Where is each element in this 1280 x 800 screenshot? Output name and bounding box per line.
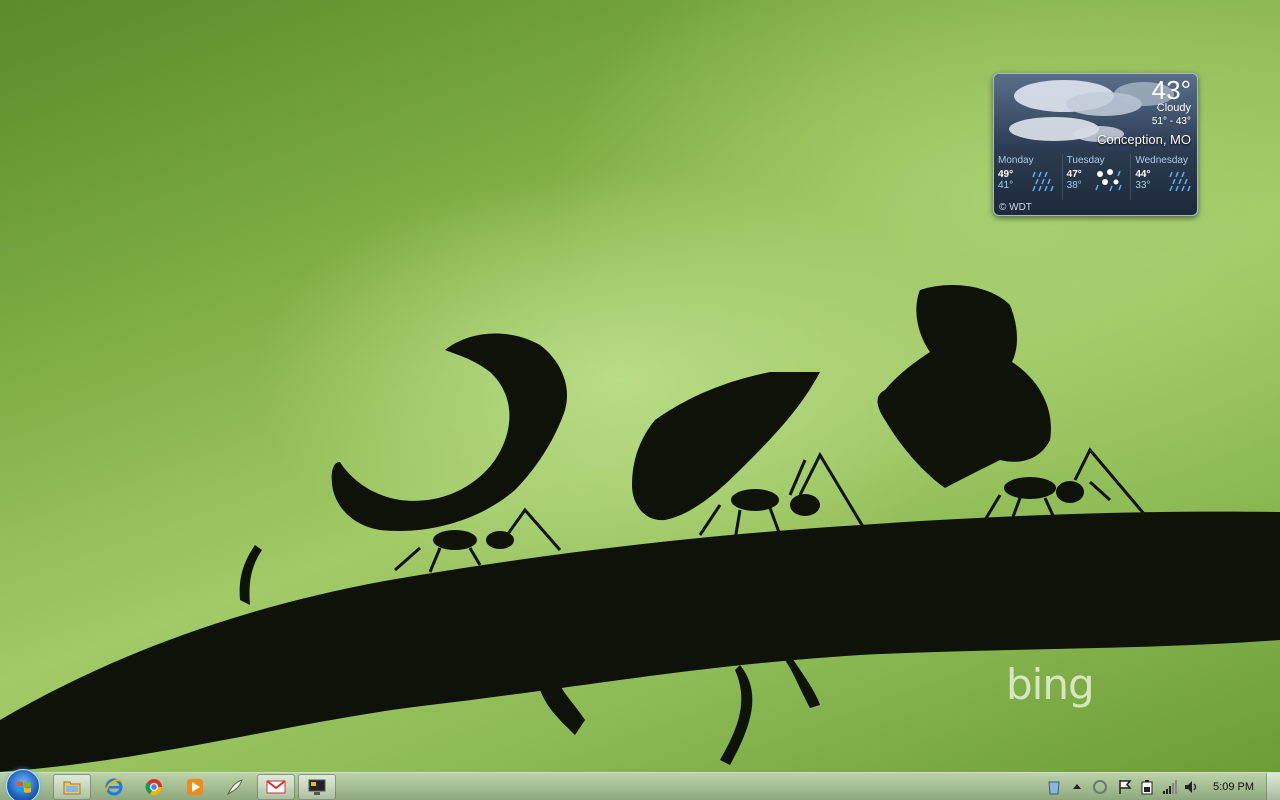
gmail-icon <box>266 780 286 794</box>
taskbar-internet-explorer[interactable] <box>95 774 133 800</box>
weather-credit[interactable]: © WDT <box>999 202 1032 213</box>
windows-orb-icon <box>17 781 31 793</box>
show-hidden-icon[interactable] <box>1072 782 1082 790</box>
taskbar-gmail[interactable] <box>257 774 295 800</box>
forecast: Monday 49° 41° Tuesday 47° 38° Wednesday <box>994 154 1197 200</box>
forecast-day: Monday 49° 41° <box>994 154 1063 200</box>
forecast-day-name: Tuesday <box>1066 155 1105 166</box>
feather-icon <box>226 779 243 796</box>
show-desktop-button[interactable] <box>1266 773 1280 800</box>
forecast-day: Wednesday 44° 33° <box>1131 154 1197 200</box>
bing-logo: bing <box>1006 660 1095 709</box>
taskbar-chrome[interactable] <box>135 774 173 800</box>
action-center-flag-icon[interactable] <box>1118 779 1132 795</box>
temperature-range: 51° - 43° <box>1151 116 1191 127</box>
taskbar-app-5[interactable] <box>216 774 254 800</box>
chrome-icon <box>145 779 163 796</box>
start-button[interactable] <box>6 769 40 800</box>
network-icon[interactable] <box>1162 779 1178 795</box>
taskbar-media-player[interactable] <box>176 774 214 800</box>
forecast-day-name: Monday <box>998 155 1034 166</box>
weather-condition: Cloudy <box>1156 102 1191 114</box>
ie-icon <box>105 778 123 796</box>
monitor-icon <box>308 779 326 795</box>
taskbar-windows-explorer[interactable] <box>53 774 91 800</box>
weather-location: Conception, MO <box>1097 132 1191 147</box>
clock[interactable]: 5:09 PM <box>1213 781 1254 793</box>
recycle-icon[interactable] <box>1047 779 1061 795</box>
folder-icon <box>63 781 81 795</box>
weather-gadget[interactable]: 43° Cloudy 51° - 43° Conception, MO Mond… <box>993 73 1198 216</box>
rain-icon <box>1031 171 1054 192</box>
forecast-day-name: Wednesday <box>1135 155 1188 166</box>
media-player-icon <box>187 779 203 795</box>
sync-icon[interactable] <box>1092 779 1108 795</box>
battery-icon[interactable] <box>1140 779 1154 795</box>
forecast-day: Tuesday 47° 38° <box>1063 154 1132 200</box>
volume-icon[interactable] <box>1183 779 1199 795</box>
snow-rain-icon <box>1095 169 1123 192</box>
taskbar-app-7[interactable] <box>298 774 336 800</box>
taskbar: 5:09 PM <box>0 769 1280 800</box>
rain-icon <box>1169 171 1191 192</box>
